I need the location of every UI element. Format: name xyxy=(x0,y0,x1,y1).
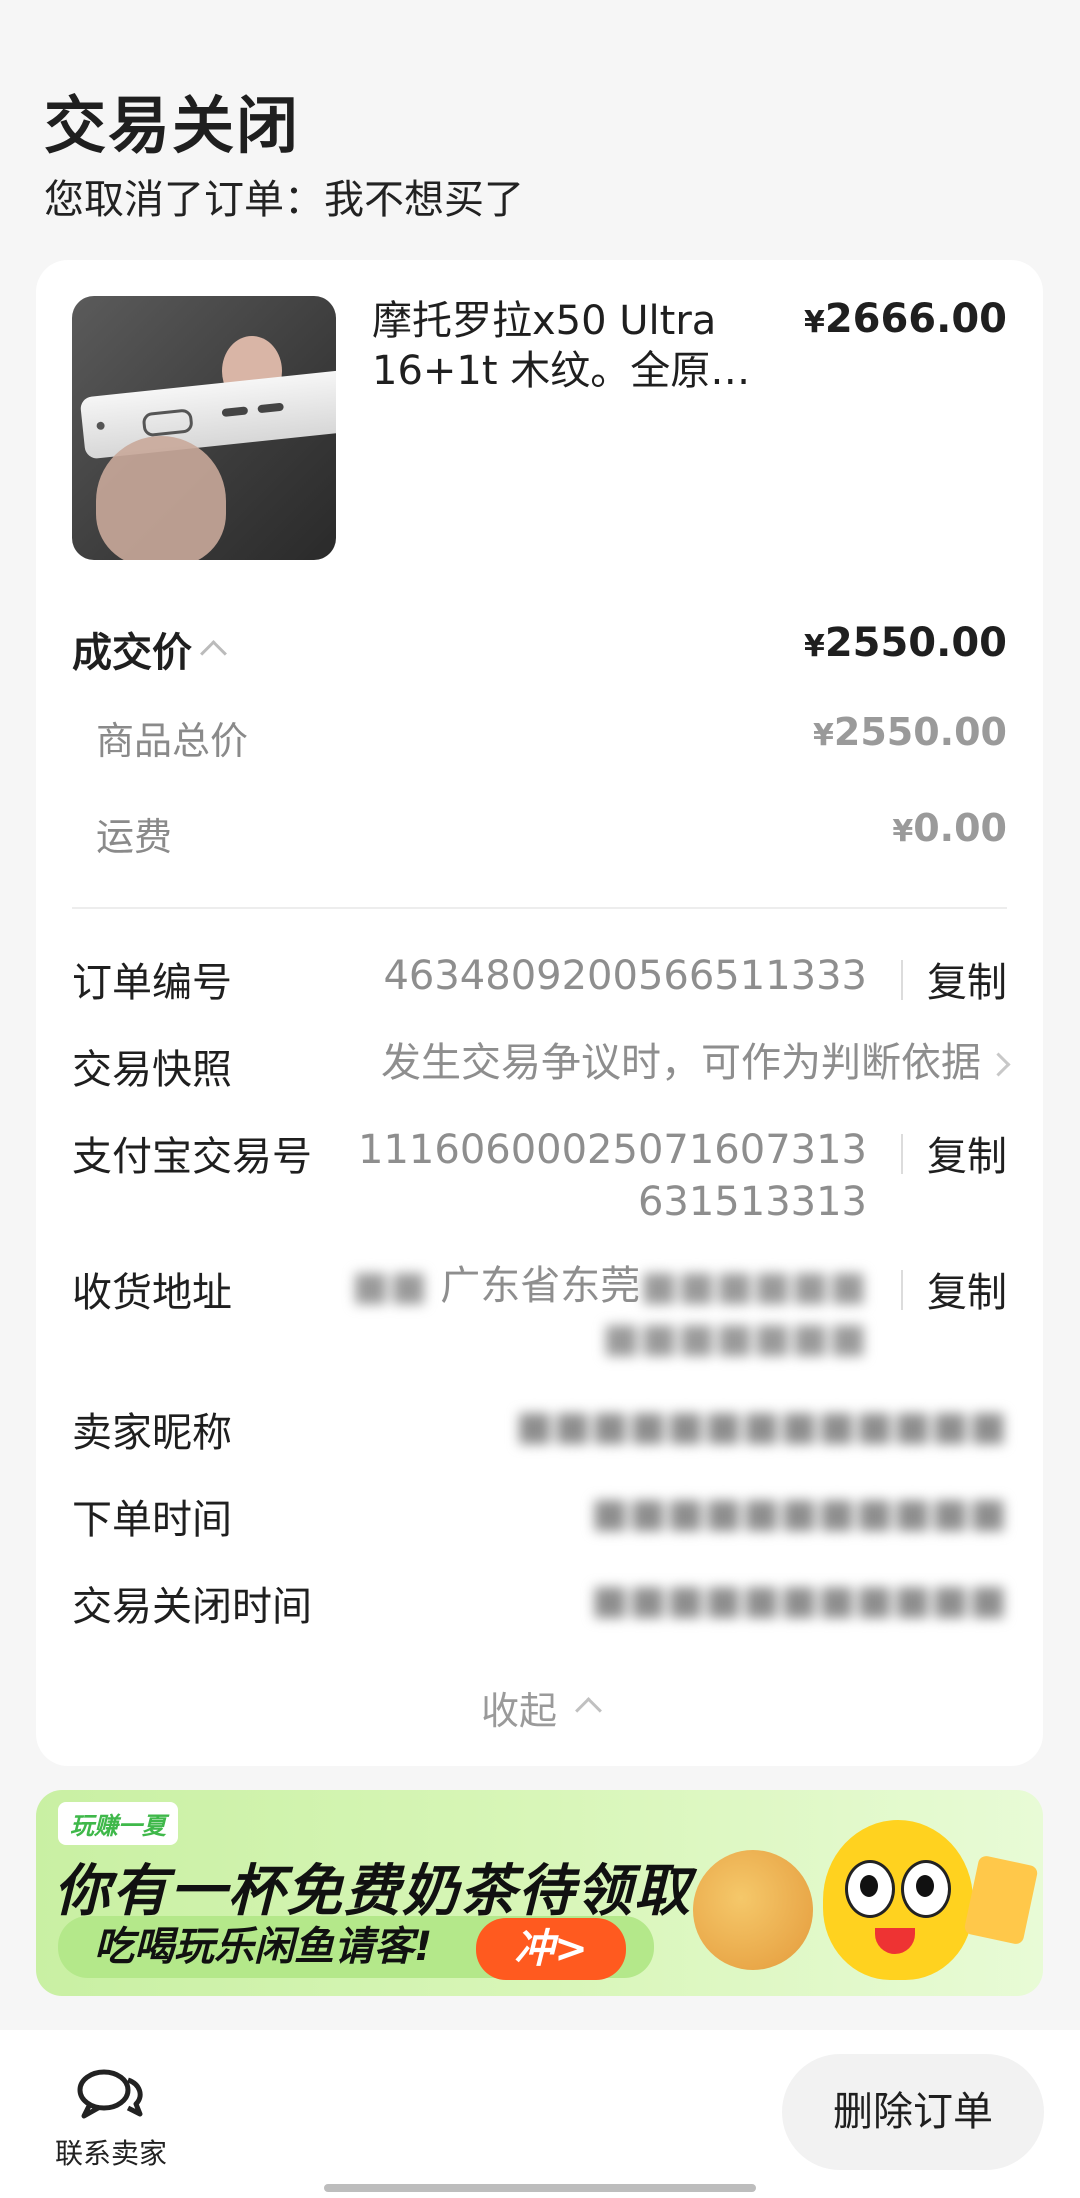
order-card: 摩托罗拉x50 Ultra 16+1t 木纹。全原… ¥2666.00 成交价 … xyxy=(36,260,1043,1766)
subtotal-value: ¥2550.00 xyxy=(813,710,1007,754)
copy-order-number-button[interactable]: 复制 xyxy=(927,950,1007,1008)
currency-symbol: ¥ xyxy=(803,305,825,340)
subtotal-row: 商品总价 ¥2550.00 xyxy=(96,710,1007,770)
separator xyxy=(901,960,903,1000)
chevron-up-icon xyxy=(200,639,227,667)
product-price: ¥2666.00 xyxy=(804,296,1007,342)
subtotal-number: 2550.00 xyxy=(833,710,1007,754)
alipay-number-value: 11160600025071607313 631513313 xyxy=(358,1124,867,1228)
copy-address-button[interactable]: 复制 xyxy=(927,1260,1007,1318)
product-image[interactable] xyxy=(72,296,336,560)
seller-label: 卖家昵称 xyxy=(72,1410,232,1456)
copy-alipay-number-button[interactable]: 复制 xyxy=(927,1124,1007,1182)
deal-price-value: ¥2550.00 xyxy=(803,620,1007,666)
chat-bubbles-icon xyxy=(76,2066,146,2122)
home-indicator[interactable] xyxy=(324,2184,756,2192)
shipping-label: 运费 xyxy=(96,815,173,859)
alipay-number-line1: 11160600025071607313 xyxy=(358,1127,867,1173)
product-title[interactable]: 摩托罗拉x50 Ultra 16+1t 木纹。全原… xyxy=(372,296,802,396)
food-illustration xyxy=(693,1850,813,1970)
deal-price-label[interactable]: 成交价 xyxy=(72,620,227,678)
deal-price-number: 2550.00 xyxy=(824,620,1007,666)
shipping-row: 运费 ¥0.00 xyxy=(96,806,1007,866)
product-price-value: 2666.00 xyxy=(824,296,1007,342)
separator xyxy=(901,1134,903,1174)
close-time-row: 交易关闭时间 ■■■■■■■■■■■ xyxy=(72,1574,1007,1634)
contact-seller-label: 联系卖家 xyxy=(54,2137,167,2170)
close-time-value-redacted: ■■■■■■■■■■■ xyxy=(591,1577,1007,1623)
seller-row: 卖家昵称 ■■■■■■■■■■■■■ xyxy=(72,1400,1007,1460)
address-value: ■■ 广东省东莞■■■■■■ ■■■■■■■ xyxy=(351,1263,867,1361)
bottom-action-bar: 联系卖家 删除订单 xyxy=(0,2030,1080,2198)
promo-banner[interactable]: 玩赚一夏 你有一杯免费奶茶待领取 吃喝玩乐闲鱼请客! 冲> xyxy=(36,1790,1043,1996)
collapse-button[interactable]: 收起 xyxy=(36,1680,1043,1735)
alipay-number-line2: 631513313 xyxy=(637,1179,867,1225)
divider xyxy=(72,907,1007,909)
chevron-up-icon xyxy=(575,1697,602,1724)
shipping-value: ¥0.00 xyxy=(892,806,1007,850)
promo-headline: 你有一杯免费奶茶待领取 xyxy=(54,1859,692,1924)
address-label: 收货地址 xyxy=(72,1270,232,1316)
shipping-number: 0.00 xyxy=(913,806,1007,850)
separator xyxy=(901,1270,903,1310)
order-number-value: 4634809200566511333 xyxy=(383,953,867,999)
deal-price-text: 成交价 xyxy=(72,630,192,676)
address-row: 收货地址 ■■ 广东省东莞■■■■■■ ■■■■■■■ 复制 xyxy=(72,1260,1007,1370)
close-time-label: 交易关闭时间 xyxy=(72,1584,312,1630)
contact-seller-button[interactable]: 联系卖家 xyxy=(46,2066,176,2172)
snapshot-hint: 发生交易争议时，可作为判断依据 xyxy=(381,1037,981,1089)
collapse-label: 收起 xyxy=(480,1689,557,1733)
address-visible-text: 广东省东莞 xyxy=(440,1263,641,1309)
subtotal-label: 商品总价 xyxy=(96,719,249,763)
deal-price-row[interactable]: 成交价 ¥2550.00 xyxy=(72,620,1007,680)
status-title: 交易关闭 xyxy=(44,89,301,162)
order-number-row: 订单编号 4634809200566511333 复制 xyxy=(72,950,1007,1010)
mascot-illustration xyxy=(823,1820,973,1980)
red-envelope-icon xyxy=(963,1854,1039,1946)
order-number-label: 订单编号 xyxy=(72,960,232,1006)
snapshot-label: 交易快照 xyxy=(72,1047,232,1093)
order-time-label: 下单时间 xyxy=(72,1497,232,1543)
alipay-number-label: 支付宝交易号 xyxy=(72,1134,312,1180)
promo-cta-button[interactable]: 冲> xyxy=(476,1918,626,1980)
chevron-right-icon xyxy=(982,1043,1011,1089)
order-time-value-redacted: ■■■■■■■■■■■ xyxy=(591,1490,1007,1536)
promo-tag: 玩赚一夏 xyxy=(58,1802,178,1845)
status-subtitle: 您取消了订单：我不想买了 xyxy=(44,177,524,223)
order-time-row: 下单时间 ■■■■■■■■■■■ xyxy=(72,1487,1007,1547)
delete-order-button[interactable]: 删除订单 xyxy=(782,2054,1044,2170)
snapshot-hint-text: 发生交易争议时，可作为判断依据 xyxy=(381,1040,981,1086)
seller-value-redacted: ■■■■■■■■■■■■■ xyxy=(515,1403,1007,1449)
alipay-number-row: 支付宝交易号 11160600025071607313 631513313 复制 xyxy=(72,1124,1007,1234)
snapshot-row[interactable]: 交易快照 发生交易争议时，可作为判断依据 xyxy=(72,1037,1011,1097)
status-header: 交易关闭 您取消了订单：我不想买了 xyxy=(44,86,524,228)
